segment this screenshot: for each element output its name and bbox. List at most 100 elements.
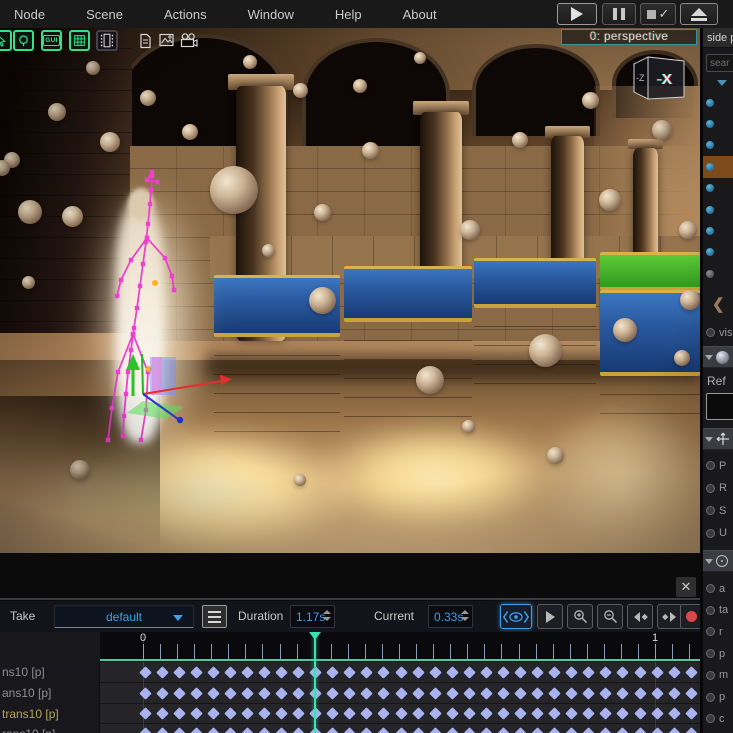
keyframe-diamond[interactable]: [514, 728, 527, 733]
track-row[interactable]: rans10 [p]: [0, 723, 700, 733]
keyframe-diamond[interactable]: [617, 707, 630, 720]
keyframe-diamond[interactable]: [565, 687, 578, 700]
side-panel-tab[interactable]: side p: [703, 28, 733, 48]
keyframe-diamond[interactable]: [207, 666, 220, 679]
keyframe-diamond[interactable]: [412, 728, 425, 733]
keyframe-diamond[interactable]: [378, 707, 391, 720]
keyframe-diamond[interactable]: [429, 728, 442, 733]
viewport[interactable]: GUI 0: perspective -Z -X: [0, 28, 700, 553]
keyframe-diamond[interactable]: [361, 687, 374, 700]
search-input[interactable]: [706, 54, 733, 72]
outline-item[interactable]: [703, 135, 733, 156]
keyframe-diamond[interactable]: [685, 707, 698, 720]
keyframe-diamond[interactable]: [531, 728, 544, 733]
keyframe-diamond[interactable]: [685, 687, 698, 700]
keyframe-diamond[interactable]: [258, 687, 271, 700]
keyframe-diamond[interactable]: [292, 707, 305, 720]
keyframe-diamond[interactable]: [514, 707, 527, 720]
film-strip-button[interactable]: [96, 30, 118, 51]
anim-property-row[interactable]: a: [703, 578, 733, 599]
prev-keyframe-button[interactable]: [627, 604, 653, 629]
keyframe-diamond[interactable]: [378, 728, 391, 733]
outline-item[interactable]: [703, 113, 733, 134]
menu-item-actions[interactable]: Actions: [164, 7, 207, 22]
keyframe-diamond[interactable]: [446, 728, 459, 733]
keyframe-diamond[interactable]: [514, 687, 527, 700]
keyframe-diamond[interactable]: [429, 707, 442, 720]
pause-button[interactable]: [602, 3, 636, 25]
duration-spinner[interactable]: 1.17s: [290, 605, 335, 628]
keyframe-diamond[interactable]: [224, 728, 237, 733]
anim-property-row[interactable]: p: [703, 687, 733, 708]
keyframe-diamond[interactable]: [275, 666, 288, 679]
anim-property-row[interactable]: p: [703, 643, 733, 664]
menu-item-scene[interactable]: Scene: [86, 7, 123, 22]
anim-property-row[interactable]: r: [703, 621, 733, 642]
keyframe-diamond[interactable]: [634, 728, 647, 733]
keyframe-diamond[interactable]: [531, 707, 544, 720]
chevron-down-icon[interactable]: [717, 80, 727, 86]
track-row[interactable]: trans10 [p]: [0, 703, 700, 723]
keyframe-diamond[interactable]: [531, 687, 544, 700]
keyframe-diamond[interactable]: [275, 707, 288, 720]
gizmo-tool-button[interactable]: [13, 30, 34, 51]
keyframe-diamond[interactable]: [224, 707, 237, 720]
keyframe-diamond[interactable]: [292, 687, 305, 700]
ruler-strip[interactable]: 0 1: [100, 632, 700, 662]
keyframe-diamond[interactable]: [429, 687, 442, 700]
keyframe-diamond[interactable]: [190, 707, 203, 720]
keyframe-diamond[interactable]: [514, 666, 527, 679]
keyframe-diamond[interactable]: [497, 728, 510, 733]
keyframe-diamond[interactable]: [412, 707, 425, 720]
take-select[interactable]: default: [54, 605, 194, 628]
track-row[interactable]: ns10 [p]: [0, 662, 700, 682]
outline-item[interactable]: [703, 199, 733, 220]
keyframe-diamond[interactable]: [412, 687, 425, 700]
keyframe-diamond[interactable]: [565, 728, 578, 733]
outline-item[interactable]: [703, 220, 733, 241]
keyframe-diamond[interactable]: [156, 707, 169, 720]
keyframe-diamond[interactable]: [361, 707, 374, 720]
eject-button[interactable]: [680, 3, 718, 25]
keyframe-diamond[interactable]: [582, 666, 595, 679]
keyframe-diamond[interactable]: [190, 687, 203, 700]
keyframe-diamond[interactable]: [480, 728, 493, 733]
play-button[interactable]: [557, 3, 597, 25]
keyframe-diamond[interactable]: [139, 666, 152, 679]
keyframe-diamond[interactable]: [292, 728, 305, 733]
select-tool-button[interactable]: [0, 30, 12, 51]
keyframe-diamond[interactable]: [634, 687, 647, 700]
keyframe-diamond[interactable]: [446, 707, 459, 720]
keyframe-diamond[interactable]: [668, 687, 681, 700]
keyframe-diamond[interactable]: [326, 707, 339, 720]
keyframe-diamond[interactable]: [668, 666, 681, 679]
keyframe-diamond[interactable]: [343, 666, 356, 679]
keyframe-diamond[interactable]: [241, 687, 254, 700]
keyframe-diamond[interactable]: [600, 707, 613, 720]
keyframe-diamond[interactable]: [480, 687, 493, 700]
close-button[interactable]: ✕: [676, 577, 696, 597]
transform-property-row[interactable]: S: [703, 500, 733, 521]
keyframe-diamond[interactable]: [446, 666, 459, 679]
keyframe-diamond[interactable]: [361, 666, 374, 679]
camera-name-label[interactable]: 0: perspective: [561, 29, 697, 45]
keyframe-diamond[interactable]: [446, 687, 459, 700]
keyframe-diamond[interactable]: [634, 666, 647, 679]
outline-item[interactable]: [703, 263, 733, 284]
transform-property-row[interactable]: P: [703, 455, 733, 476]
menu-item-window[interactable]: Window: [248, 7, 294, 22]
keyframe-diamond[interactable]: [343, 728, 356, 733]
keyframe-diamond[interactable]: [258, 728, 271, 733]
keyframe-diamond[interactable]: [343, 687, 356, 700]
keyframe-diamond[interactable]: [412, 666, 425, 679]
keyframe-diamond[interactable]: [651, 687, 664, 700]
keyframe-diamond[interactable]: [395, 687, 408, 700]
keyframe-diamond[interactable]: [343, 707, 356, 720]
keyframe-diamond[interactable]: [668, 707, 681, 720]
stop-check-button[interactable]: ✓: [640, 3, 676, 25]
keyframe-diamond[interactable]: [190, 728, 203, 733]
keyframe-diamond[interactable]: [463, 707, 476, 720]
spinner-arrows-icon[interactable]: [323, 610, 331, 621]
keyframe-diamond[interactable]: [326, 728, 339, 733]
keyframe-diamond[interactable]: [497, 666, 510, 679]
